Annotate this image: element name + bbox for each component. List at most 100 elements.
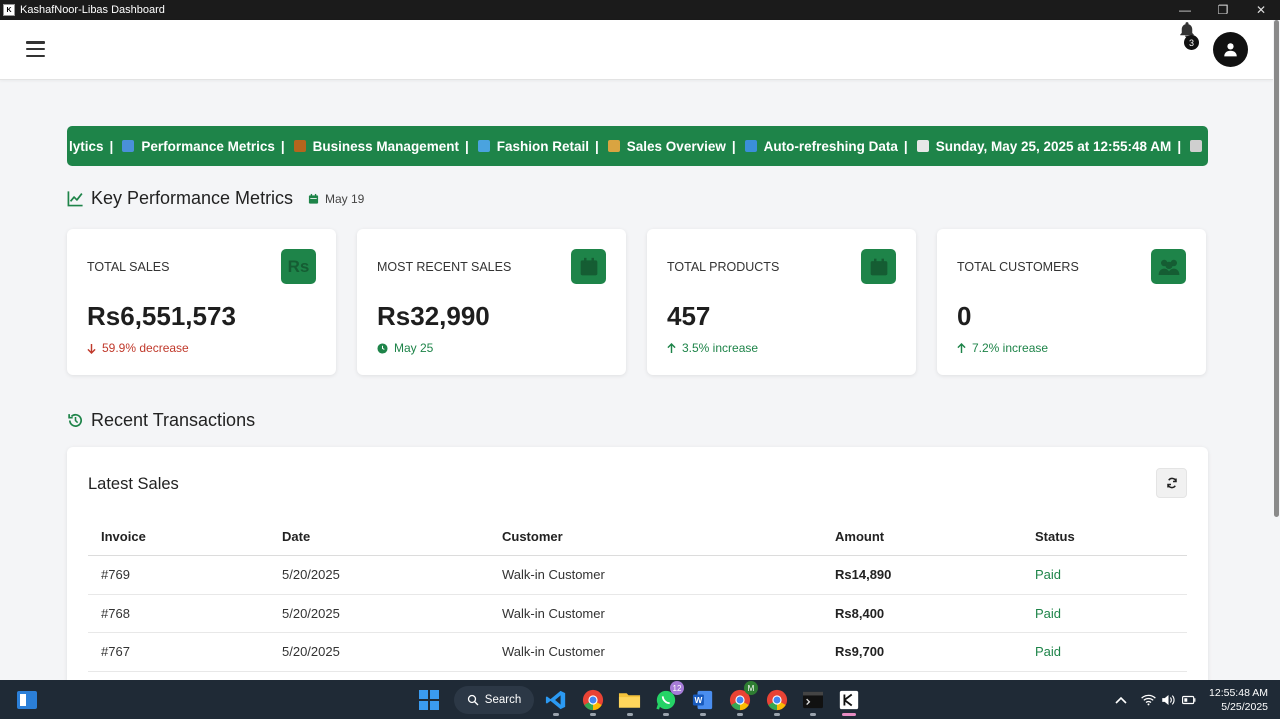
line-chart-icon (67, 191, 83, 207)
marquee-item: lytics | (69, 139, 122, 154)
volume-icon[interactable] (1161, 680, 1176, 719)
kpi-value: Rs6,551,573 (87, 301, 236, 331)
column-header[interactable]: Date (282, 518, 310, 555)
bar-chart-icon (122, 140, 135, 152)
invoice-cell: #769 (101, 567, 130, 583)
marquee-item: Auto-refreshing Data | (744, 138, 917, 154)
history-icon (68, 413, 83, 427)
dashboard-app-icon[interactable] (838, 686, 860, 716)
marquee-item: Sunday, May 25, 2025 at 12:55:48 AM | (916, 138, 1190, 154)
kpi-delta: 59.9% decrease (87, 341, 189, 355)
refresh-button[interactable] (1156, 468, 1187, 498)
kpi-card-total-customers: TOTAL CUSTOMERS 0 7.2% increase (937, 229, 1206, 375)
window-title: KashafNoor-Libas Dashboard (20, 4, 165, 16)
column-header[interactable]: Invoice (101, 518, 146, 555)
file-explorer-icon[interactable] (618, 686, 641, 716)
calendar-icon (916, 140, 929, 152)
date-cell: 5/20/2025 (282, 644, 340, 660)
user-avatar[interactable] (1213, 32, 1248, 67)
marquee-item: Business Management | (293, 139, 478, 154)
kpi-card-total-sales: TOTAL SALES Rs Rs6,551,573 59.9% decreas… (67, 229, 336, 375)
invoice-cell: #767 (101, 644, 130, 660)
invoice-cell: #768 (101, 605, 130, 621)
wifi-icon[interactable] (1141, 680, 1156, 719)
dress-icon (477, 140, 490, 152)
close-button[interactable]: ✕ (1242, 0, 1280, 20)
kpi-card-recent-sales: MOST RECENT SALES Rs32,990 May 25 (357, 229, 626, 375)
word-icon[interactable]: W (692, 686, 714, 716)
chrome-alt-icon[interactable] (766, 686, 788, 716)
kpi-delta-text: 3.5% increase (682, 341, 759, 355)
arrow-up-icon (667, 342, 676, 353)
battery-icon[interactable] (1182, 680, 1196, 719)
marquee-separator: | (903, 138, 908, 154)
customer-cell: Walk-in Customer (502, 567, 605, 583)
task-view-icon[interactable] (16, 686, 38, 713)
chrome-profile-icon[interactable]: M (729, 681, 758, 716)
page-scrollbar[interactable] (1273, 20, 1280, 680)
kpi-value: 0 (957, 301, 972, 331)
rupee-icon: Rs (281, 249, 316, 284)
status-cell: Paid (1035, 644, 1062, 660)
users-icon (1151, 249, 1186, 284)
app-logo-icon: K (3, 4, 15, 16)
calendar-icon (308, 193, 319, 204)
vscode-icon[interactable] (545, 686, 567, 716)
marquee-track: lytics | Performance Metrics | Business Mana… (69, 126, 1208, 166)
marquee-item-text: lytics (69, 138, 104, 154)
table-header-row: Invoice Date Customer Amount Status (88, 518, 1187, 556)
chrome-profile-badge: M (744, 681, 758, 695)
store-icon (1190, 140, 1203, 152)
kpi-delta-text: May 25 (394, 341, 434, 355)
chevron-up-icon[interactable] (1114, 680, 1128, 719)
kpi-date-chip: May 19 (308, 192, 364, 206)
terminal-icon[interactable] (802, 686, 824, 716)
kpi-delta-text: 7.2% increase (972, 341, 1049, 355)
transactions-section-heading: Recent Transactions (67, 410, 255, 431)
clock-time: 12:55:48 AM (1209, 687, 1268, 699)
column-header[interactable]: Status (1035, 518, 1075, 555)
kpi-label: MOST RECENT SALES (377, 260, 512, 274)
taskbar-search[interactable]: Search (454, 686, 534, 714)
sales-table: Invoice Date Customer Amount Status #769… (88, 518, 1187, 672)
info-marquee-banner: lytics | Performance Metrics | Business Mana… (67, 126, 1208, 166)
arrow-up-icon (957, 342, 966, 353)
whatsapp-badge: 12 (670, 681, 684, 695)
marquee-separator: | (280, 138, 285, 154)
kpi-delta: May 25 (377, 341, 433, 355)
marquee-separator: | (1177, 138, 1182, 154)
box-icon (861, 249, 896, 284)
kpi-value: Rs32,990 (377, 301, 490, 331)
os-taskbar: 12 W M (0, 680, 1280, 719)
money-bag-icon (607, 140, 620, 152)
maximize-button[interactable]: ❐ (1204, 0, 1242, 20)
table-row[interactable]: #768 5/20/2025 Walk-in Customer Rs8,400 … (88, 595, 1187, 633)
table-row[interactable]: #767 5/20/2025 Walk-in Customer Rs9,700 … (88, 633, 1187, 672)
column-header[interactable]: Amount (835, 518, 884, 555)
kpi-label: TOTAL PRODUCTS (667, 260, 780, 274)
date-cell: 5/20/2025 (282, 605, 340, 621)
taskbar-clock[interactable]: 12:55:48 AM 5/25/2025 (1200, 686, 1268, 714)
chrome-icon[interactable] (582, 686, 604, 716)
marquee-separator: | (109, 138, 114, 154)
scrollbar-thumb[interactable] (1274, 20, 1279, 517)
briefcase-icon (293, 140, 306, 152)
start-icon[interactable] (418, 686, 440, 713)
clock-icon (377, 342, 388, 354)
active-indicator (842, 713, 856, 716)
svg-text:W: W (695, 696, 703, 705)
running-indicator (810, 713, 816, 716)
hamburger-icon[interactable] (26, 41, 45, 57)
running-indicator (700, 713, 706, 716)
table-row[interactable]: #769 5/20/2025 Walk-in Customer Rs14,890… (88, 556, 1187, 595)
whatsapp-icon[interactable]: 12 (655, 681, 684, 716)
kpi-delta: 7.2% increase (957, 341, 1048, 355)
user-icon (1224, 43, 1237, 57)
marquee-item: Fashion Retail | (477, 139, 608, 154)
kpi-label: TOTAL CUSTOMERS (957, 260, 1079, 274)
marquee-item-text: Performance Metrics (141, 138, 275, 154)
minimize-button[interactable]: — (1166, 0, 1204, 20)
running-indicator (737, 713, 743, 716)
column-header[interactable]: Customer (502, 518, 563, 555)
search-icon (467, 694, 479, 706)
